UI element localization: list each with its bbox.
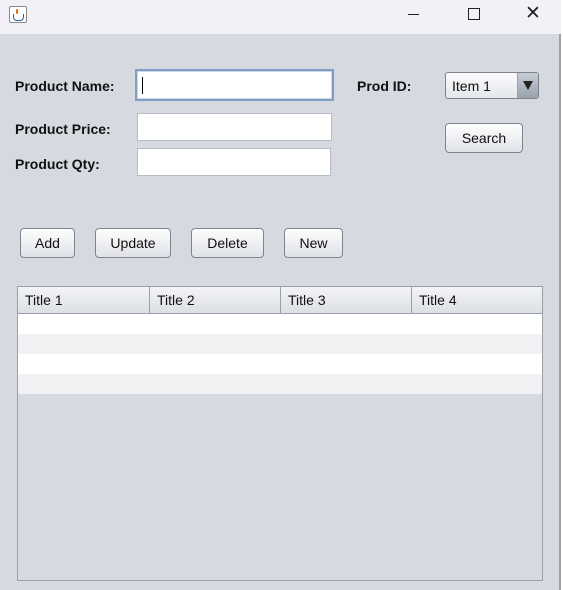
maximize-icon bbox=[468, 8, 480, 20]
text-caret bbox=[142, 77, 143, 94]
column-header[interactable]: Title 3 bbox=[281, 287, 412, 313]
table-header: Title 1 Title 2 Title 3 Title 4 bbox=[18, 287, 542, 314]
add-button[interactable]: Add bbox=[20, 228, 75, 258]
table-row[interactable] bbox=[18, 354, 542, 374]
column-header[interactable]: Title 1 bbox=[18, 287, 150, 313]
prod-id-dropdown[interactable]: Item 1 bbox=[445, 72, 539, 99]
column-header[interactable]: Title 2 bbox=[150, 287, 281, 313]
title-bar[interactable]: ✕ bbox=[0, 0, 561, 34]
close-icon: ✕ bbox=[525, 3, 541, 24]
product-name-label: Product Name: bbox=[15, 78, 115, 94]
product-qty-field[interactable] bbox=[137, 148, 331, 176]
search-button[interactable]: Search bbox=[445, 123, 523, 153]
delete-button[interactable]: Delete bbox=[191, 228, 264, 258]
chevron-down-icon bbox=[523, 81, 533, 90]
new-button[interactable]: New bbox=[284, 228, 343, 258]
products-table[interactable]: Title 1 Title 2 Title 3 Title 4 bbox=[17, 286, 543, 581]
table-row[interactable] bbox=[18, 374, 542, 394]
minimize-icon bbox=[408, 14, 419, 15]
product-qty-label: Product Qty: bbox=[15, 156, 100, 172]
column-header[interactable]: Title 4 bbox=[412, 287, 542, 313]
java-app-icon[interactable] bbox=[9, 6, 27, 23]
table-row[interactable] bbox=[18, 314, 542, 334]
update-button[interactable]: Update bbox=[95, 228, 171, 258]
close-button[interactable]: ✕ bbox=[509, 0, 555, 30]
product-price-label: Product Price: bbox=[15, 121, 111, 137]
dropdown-arrow-button[interactable] bbox=[517, 73, 538, 98]
prod-id-label: Prod ID: bbox=[357, 78, 412, 94]
table-row[interactable] bbox=[18, 334, 542, 354]
app-window: ✕ Product Name: Product Price: Product Q… bbox=[0, 0, 561, 590]
maximize-button[interactable] bbox=[450, 0, 496, 30]
minimize-button[interactable] bbox=[390, 0, 436, 30]
prod-id-selected: Item 1 bbox=[452, 78, 491, 94]
product-name-field[interactable] bbox=[135, 69, 334, 101]
product-price-field[interactable] bbox=[137, 113, 332, 141]
